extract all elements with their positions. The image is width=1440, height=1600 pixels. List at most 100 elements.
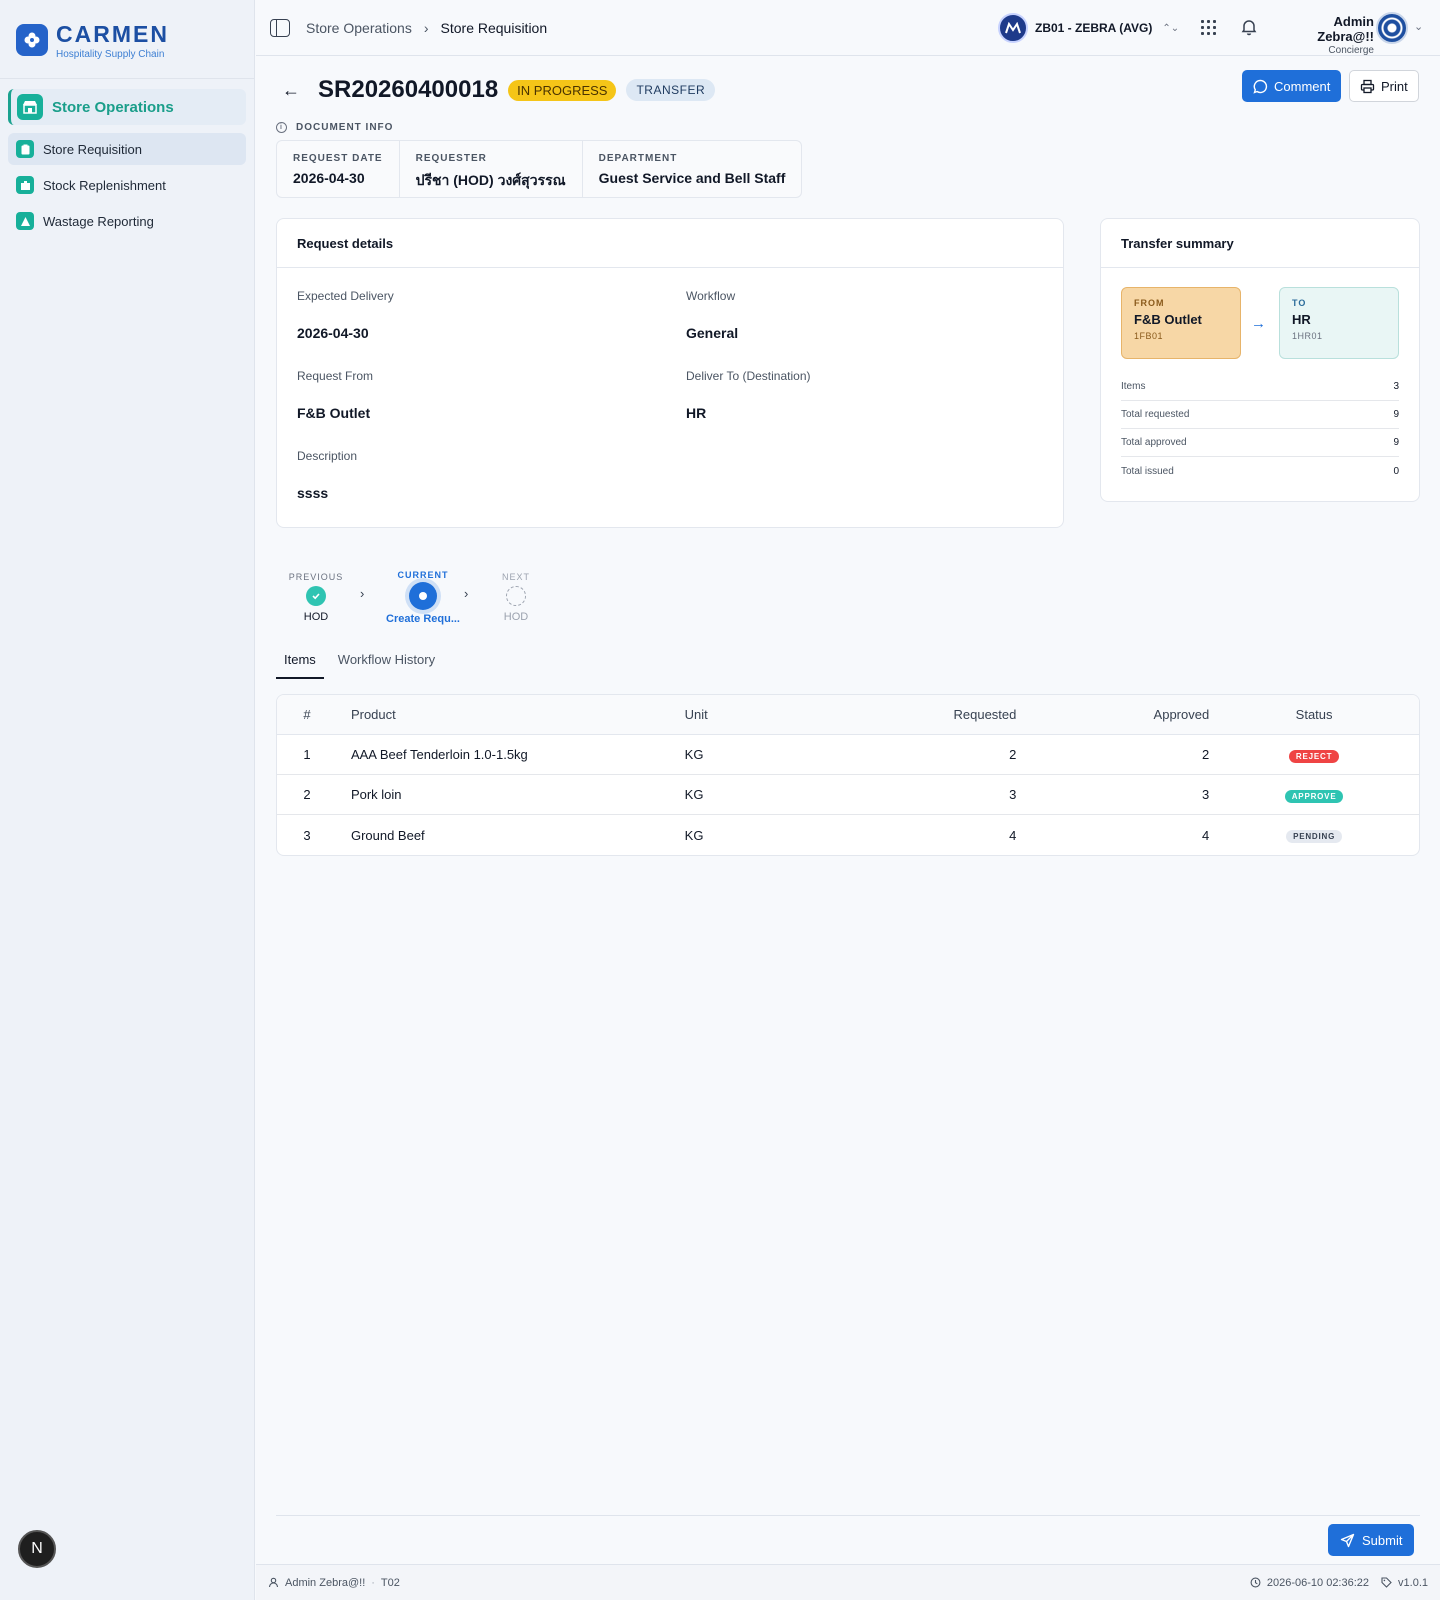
chevron-right-icon: › bbox=[464, 586, 469, 601]
warning-icon bbox=[16, 212, 34, 230]
transfer-from-box: FROM F&B Outlet 1FB01 bbox=[1121, 287, 1241, 359]
brand-name: CARMEN bbox=[56, 20, 169, 47]
carmen-logo-icon bbox=[16, 24, 48, 56]
submit-bar-divider bbox=[276, 1515, 1420, 1516]
bell-icon[interactable] bbox=[1240, 18, 1258, 39]
document-info-heading: i DOCUMENT INFO bbox=[276, 122, 393, 133]
printer-icon bbox=[1360, 79, 1375, 93]
document-info-department: DEPARTMENT Guest Service and Bell Staff bbox=[598, 153, 786, 186]
document-info-requester: REQUESTER ปรีชา (HOD) วงศ์สุวรรณ bbox=[400, 141, 583, 197]
status-badge: IN PROGRESS bbox=[508, 79, 617, 101]
step-previous: PREVIOUS HOD bbox=[288, 572, 344, 623]
comment-icon bbox=[1253, 79, 1268, 94]
avatar[interactable] bbox=[1376, 12, 1408, 44]
tab-items[interactable]: Items bbox=[276, 652, 324, 679]
sidebar-item-wastage-reporting[interactable]: Wastage Reporting bbox=[8, 205, 246, 237]
summary-row-total-approved: Total approved 9 bbox=[1121, 429, 1399, 457]
footer-user: Admin Zebra@!! bbox=[285, 1576, 366, 1589]
field-description: Description ssss bbox=[297, 449, 358, 501]
company-logo-icon bbox=[998, 13, 1028, 43]
chevron-right-icon: › bbox=[360, 586, 365, 601]
module-store-operations[interactable]: Store Operations bbox=[8, 89, 246, 125]
company-switcher[interactable]: ZB01 - ZEBRA (AVG) ⌃⌄ bbox=[998, 13, 1179, 43]
user-role: Concierge bbox=[1328, 45, 1374, 56]
user-name: Admin Zebra@!! bbox=[1317, 14, 1374, 44]
items-table: # Product Unit Requested Approved Status… bbox=[276, 694, 1420, 856]
send-icon bbox=[1340, 1533, 1355, 1547]
footer-separator: · bbox=[371, 1576, 375, 1589]
print-label: Print bbox=[1381, 78, 1408, 94]
info-icon: i bbox=[276, 122, 287, 133]
module-label: Store Operations bbox=[52, 98, 174, 116]
status-footer: Admin Zebra@!! · T02 2026-06-10 02:36:22… bbox=[256, 1564, 1440, 1600]
transfer-summary-title: Transfer summary bbox=[1101, 219, 1419, 268]
submit-button[interactable]: Submit bbox=[1328, 1524, 1415, 1556]
chevron-down-icon[interactable]: ⌄ bbox=[1414, 20, 1423, 33]
topbar: Store Operations › Store Requisition ZB0… bbox=[256, 0, 1440, 56]
sidebar-item-stock-replenishment[interactable]: Stock Replenishment bbox=[8, 169, 246, 201]
print-button[interactable]: Print bbox=[1349, 70, 1419, 102]
apps-grid-icon[interactable] bbox=[1201, 20, 1216, 35]
table-row[interactable]: 3 Ground Beef KG 4 4 PENDING bbox=[277, 815, 1419, 855]
page-title: SR20260400018 bbox=[318, 76, 499, 103]
sidebar-item-label: Wastage Reporting bbox=[43, 213, 154, 229]
clipboard-icon bbox=[16, 140, 34, 158]
sidebar: CARMEN Hospitality Supply Chain Store Op… bbox=[0, 0, 255, 1600]
summary-row-total-requested: Total requested 9 bbox=[1121, 401, 1399, 429]
table-header: # Product Unit Requested Approved Status bbox=[277, 695, 1419, 735]
brand[interactable]: CARMEN Hospitality Supply Chain bbox=[0, 0, 254, 79]
summary-row-items: Items 3 bbox=[1121, 373, 1399, 401]
sidebar-item-label: Stock Replenishment bbox=[43, 177, 166, 193]
back-arrow-icon[interactable]: ← bbox=[282, 80, 300, 101]
arrow-right-icon: → bbox=[1251, 315, 1266, 332]
table-row[interactable]: 1 AAA Beef Tenderloin 1.0-1.5kg KG 2 2 R… bbox=[277, 735, 1419, 775]
step-next: NEXT HOD bbox=[501, 572, 530, 623]
sidebar-toggle-icon[interactable] bbox=[270, 18, 290, 37]
check-icon bbox=[306, 586, 326, 606]
comment-button[interactable]: Comment bbox=[1242, 70, 1342, 102]
breadcrumb-current: Store Requisition bbox=[440, 19, 548, 36]
clock-icon bbox=[1250, 1577, 1261, 1588]
type-badge: TRANSFER bbox=[626, 79, 716, 101]
current-step-icon bbox=[409, 582, 437, 610]
tabs: Items Workflow History bbox=[276, 652, 449, 679]
box-icon bbox=[16, 176, 34, 194]
tab-workflow-history[interactable]: Workflow History bbox=[330, 652, 443, 679]
tag-icon bbox=[1381, 1577, 1392, 1588]
store-icon bbox=[17, 94, 43, 120]
sidebar-item-store-requisition[interactable]: Store Requisition bbox=[8, 133, 246, 165]
title-row: ← SR20260400018 IN PROGRESS TRANSFER Com… bbox=[276, 70, 1420, 110]
field-expected-delivery: Expected Delivery 2026-04-30 bbox=[297, 289, 394, 341]
submit-label: Submit bbox=[1362, 1532, 1403, 1548]
comment-label: Comment bbox=[1274, 78, 1331, 94]
summary-row-total-issued: Total issued 0 bbox=[1121, 465, 1399, 477]
document-info-strip: REQUEST DATE 2026-04-30 REQUESTER ปรีชา … bbox=[276, 140, 803, 198]
footer-version: v1.0.1 bbox=[1398, 1576, 1428, 1589]
field-deliver-to: Deliver To (Destination) HR bbox=[686, 369, 811, 421]
sidebar-nav: Store Requisition Stock Replenishment Wa… bbox=[0, 133, 254, 237]
request-details-title: Request details bbox=[277, 219, 1063, 268]
status-badge: APPROVE bbox=[1284, 789, 1344, 803]
footer-datetime: 2026-06-10 02:36:22 bbox=[1266, 1576, 1370, 1589]
brand-subtitle: Hospitality Supply Chain bbox=[56, 48, 165, 60]
table-row[interactable]: 2 Pork loin KG 3 3 APPROVE bbox=[277, 775, 1419, 815]
document-info-request-date: REQUEST DATE 2026-04-30 bbox=[277, 141, 400, 197]
transfer-summary-card: Transfer summary FROM F&B Outlet 1FB01 →… bbox=[1100, 218, 1420, 502]
footer-code: T02 bbox=[380, 1576, 400, 1589]
chevron-right-icon: › bbox=[423, 19, 429, 36]
field-workflow: Workflow General bbox=[686, 289, 739, 341]
company-name: ZB01 - ZEBRA (AVG) bbox=[1035, 21, 1153, 35]
transfer-to-box: TO HR 1HR01 bbox=[1279, 287, 1399, 359]
breadcrumb-store-operations[interactable]: Store Operations bbox=[306, 20, 412, 36]
pending-step-icon bbox=[506, 586, 526, 606]
status-badge: REJECT bbox=[1288, 749, 1340, 763]
field-request-from: Request From F&B Outlet bbox=[297, 369, 374, 421]
user-info[interactable]: Admin Zebra@!! Concierge bbox=[1274, 14, 1374, 56]
dev-avatar[interactable]: N bbox=[18, 1530, 56, 1568]
request-details-card: Request details Expected Delivery 2026-0… bbox=[276, 218, 1064, 528]
status-badge: PENDING bbox=[1286, 830, 1343, 843]
step-current: CURRENT Create Requ... bbox=[386, 570, 460, 625]
chevrons-updown-icon: ⌃⌄ bbox=[1162, 22, 1180, 34]
user-icon bbox=[268, 1577, 279, 1588]
sidebar-item-label: Store Requisition bbox=[43, 141, 142, 157]
